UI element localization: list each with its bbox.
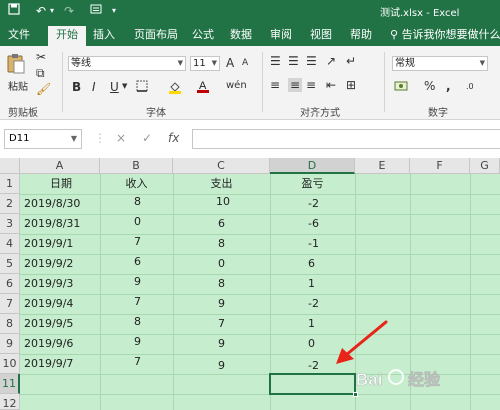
chevron-down-icon: ▼ [479,59,485,67]
wrap-text-icon[interactable]: ↵ [346,54,356,68]
align-center-icon[interactable]: ≡ [288,78,302,92]
font-size-select[interactable]: 11 ▼ [190,56,220,71]
name-box-value: D11 [9,133,30,144]
tab-review[interactable]: 审阅 [266,26,296,46]
grow-font-icon[interactable]: A [226,56,234,70]
enter-icon[interactable]: ✓ [142,131,152,145]
ribbon-tabs: 文件 开始 插入 页面布局 公式 数据 审阅 视图 帮助 ⚲ 告诉我你想要做什么 [0,22,500,46]
font-color-icon[interactable]: A [196,78,210,97]
clipboard-group-label: 剪贴板 [8,108,38,119]
border-icon[interactable] [136,80,148,95]
title-bar: ↶ ▾ ↷ ▾ 测试.xlsx - Excel [0,0,500,22]
lightbulb-icon: ⚲ [390,28,399,41]
cut-icon[interactable]: ✂ [36,50,46,64]
chevron-down-icon[interactable]: ▼ [122,82,127,90]
tab-formulas[interactable]: 公式 [188,26,218,46]
number-group-label: 数字 [428,108,448,119]
number-format-value: 常规 [395,58,415,69]
ribbon: 粘贴 ✂ ⧉ 🖌 剪贴板 等线 ▼ 11 ▼ A A B I U ▼ A wén 字… [0,46,500,120]
tell-me-search[interactable]: ⚲ 告诉我你想要做什么 [390,26,500,42]
baidu-jingyan-watermark: Bai 经验 [352,360,492,396]
formula-bar: D11 ▼ ⋮ × ✓ fx [0,120,500,158]
svg-text:Bai: Bai [356,370,382,389]
phonetic-icon[interactable]: wén [226,80,247,91]
redo-icon[interactable]: ↷ [64,3,74,19]
font-name-select[interactable]: 等线 ▼ [68,56,186,71]
form-icon[interactable] [90,3,102,19]
align-right-icon[interactable]: ≡ [306,78,316,92]
group-divider [262,52,263,112]
comma-style-button[interactable]: , [446,79,451,93]
increase-decimal-icon[interactable]: .0 [466,82,474,91]
tab-home[interactable]: 开始 [48,26,86,46]
tab-view[interactable]: 视图 [306,26,336,46]
group-divider [384,52,385,112]
more-options-icon: ⋮ [94,131,106,145]
font-name-value: 等线 [71,58,91,69]
percent-style-button[interactable]: % [424,79,435,93]
shrink-font-icon[interactable]: A [242,58,248,68]
cancel-icon[interactable]: × [116,131,126,145]
number-format-select[interactable]: 常规 ▼ [392,56,488,71]
undo-dropdown-icon[interactable]: ▾ [50,3,54,19]
indent-icon[interactable]: ⇤ [326,78,336,92]
copy-icon[interactable]: ⧉ [36,66,45,81]
fill-color-icon[interactable] [168,80,182,97]
chevron-down-icon: ▼ [211,59,217,67]
insert-function-icon[interactable]: fx [168,131,179,145]
tab-insert[interactable]: 插入 [88,26,120,46]
window-title: 测试.xlsx - Excel [380,8,460,19]
save-icon[interactable] [8,3,20,19]
tell-me-label: 告诉我你想要做什么 [401,28,500,41]
currency-icon[interactable] [394,80,408,95]
align-top-icon[interactable]: ☰ [270,54,281,68]
italic-button[interactable]: I [92,80,96,94]
font-group-label: 字体 [146,108,166,119]
group-divider [62,52,63,112]
customize-qat-icon[interactable]: ▾ [112,3,116,19]
formula-input[interactable] [192,129,500,149]
paste-icon[interactable] [6,52,26,74]
align-middle-icon[interactable]: ☰ [288,54,299,68]
chevron-down-icon: ▼ [70,134,77,143]
name-box[interactable]: D11 ▼ [4,129,82,149]
merge-center-icon[interactable]: ⊞ [346,78,356,92]
orientation-icon[interactable]: ↗ [326,54,336,68]
tab-file[interactable]: 文件 [4,26,34,46]
tab-page-layout[interactable]: 页面布局 [128,26,184,46]
align-left-icon[interactable]: ≡ [270,78,280,92]
tab-data[interactable]: 数据 [226,26,256,46]
underline-button[interactable]: U [110,80,119,94]
format-painter-icon[interactable]: 🖌 [36,82,51,96]
undo-icon[interactable]: ↶ [36,3,46,19]
tab-help[interactable]: 帮助 [346,26,376,46]
align-bottom-icon[interactable]: ☰ [306,54,317,68]
bold-button[interactable]: B [72,80,81,94]
paste-button-label[interactable]: 粘贴 [6,78,30,93]
alignment-group-label: 对齐方式 [300,108,340,119]
chevron-down-icon: ▼ [177,59,183,67]
svg-text:经验: 经验 [408,370,441,389]
font-size-value: 11 [193,58,206,69]
